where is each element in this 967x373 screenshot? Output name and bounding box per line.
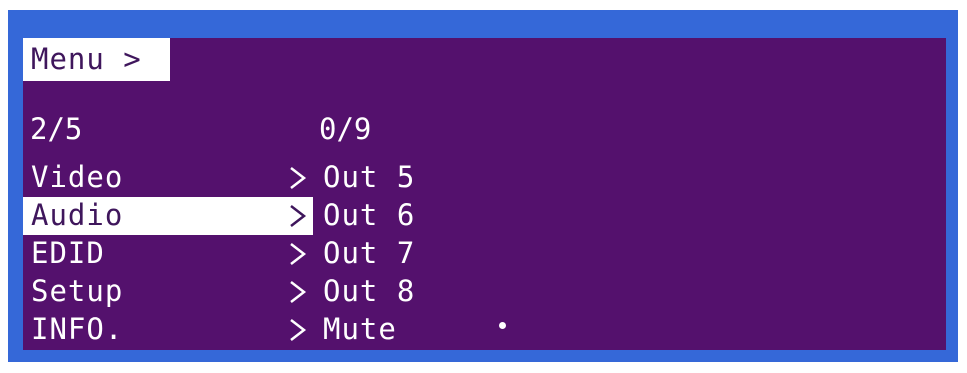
menu-item-info[interactable]: INFO. xyxy=(23,311,313,349)
chevron-right-icon xyxy=(290,281,307,303)
submenu-option-out-5[interactable]: Out 5 xyxy=(323,163,415,192)
menu-item-label: EDID xyxy=(31,236,105,270)
submenu-option-mute[interactable]: Mute xyxy=(323,315,397,344)
chevron-right-icon xyxy=(290,243,307,265)
menu-screen: Menu > 2/5 0/9 Video Audio EDID Setup IN… xyxy=(23,38,946,350)
menu-item-edid[interactable]: EDID xyxy=(23,235,313,273)
menu-item-label: Audio xyxy=(31,198,124,232)
menu-item-label: Video xyxy=(31,160,124,194)
menu-title: Menu > xyxy=(23,38,170,81)
menu-page-counter: 2/5 xyxy=(30,112,83,146)
chevron-right-icon xyxy=(290,319,307,341)
chevron-right-icon xyxy=(290,167,307,189)
menu-item-audio[interactable]: Audio xyxy=(23,197,313,235)
menu-item-setup[interactable]: Setup xyxy=(23,273,313,311)
submenu-option-out-7[interactable]: Out 7 xyxy=(323,239,415,268)
menu-item-video[interactable]: Video xyxy=(23,159,313,197)
submenu-counter: 0/9 xyxy=(319,112,372,146)
menu-item-label: INFO. xyxy=(31,312,124,346)
dot-icon xyxy=(499,322,506,329)
submenu-option-out-6[interactable]: Out 6 xyxy=(323,201,415,230)
menu-item-label: Setup xyxy=(31,274,124,308)
submenu-option-out-8[interactable]: Out 8 xyxy=(323,277,415,306)
chevron-right-icon xyxy=(290,205,307,227)
device-display-frame: Menu > 2/5 0/9 Video Audio EDID Setup IN… xyxy=(8,10,958,362)
